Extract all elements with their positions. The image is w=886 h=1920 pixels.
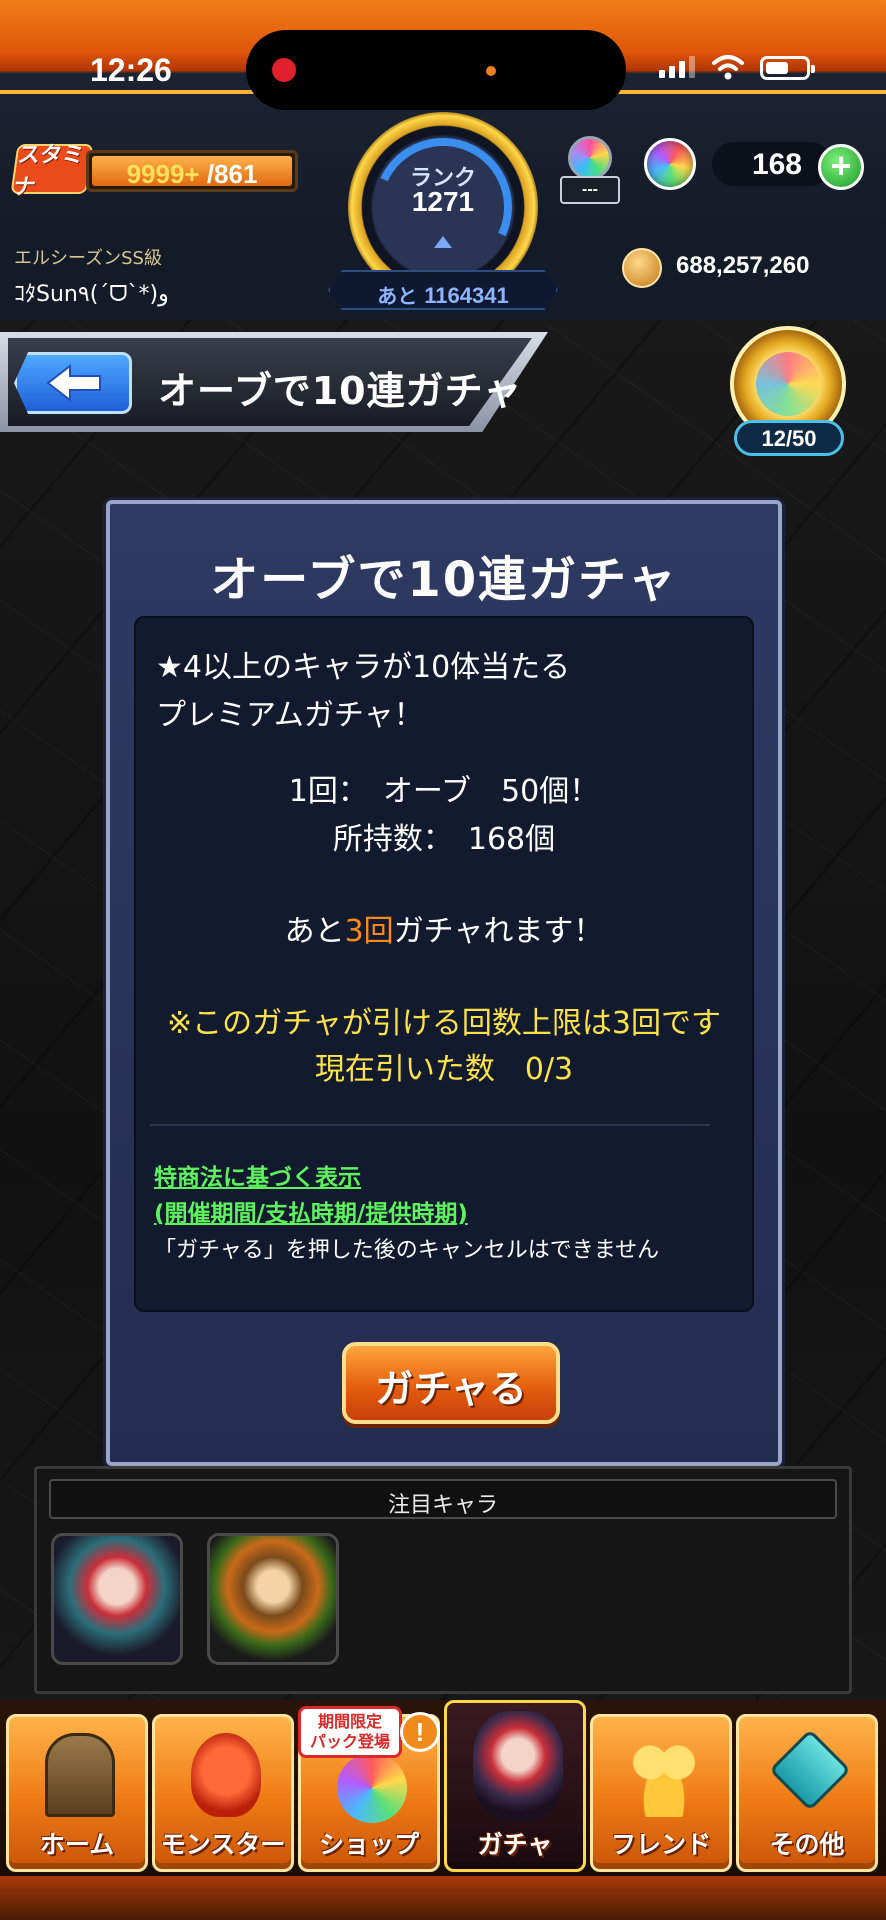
law-link[interactable]: 特商法に基づく表示 [154, 1158, 361, 1192]
coin-amount: 688,257,260 [676, 252, 810, 279]
tab-shop-label: ショップ [318, 1830, 419, 1859]
question-diamond-icon [768, 1728, 852, 1812]
tab-home[interactable]: ホーム [6, 1714, 148, 1872]
remain-number: 3回 [344, 914, 394, 949]
promo-line-1: 期間限定 [317, 1712, 382, 1731]
add-orb-button[interactable]: + [818, 144, 864, 190]
gacha-character-icon [473, 1711, 563, 1821]
stamina-current: 9999+ [126, 159, 200, 189]
stamina-text: 9999+ /861 [89, 159, 295, 190]
owned-line: 所持数： 168個 [332, 822, 556, 857]
tab-gacha-label: ガチャ [477, 1830, 553, 1859]
season-label: エルシーズンSS級 [14, 248, 162, 269]
featured-title: 注目キャラ [49, 1479, 837, 1519]
panel-description: ★4以上のキャラが10体当たる プレミアムガチャ！ 1回： オーブ 50個！ 所… [134, 616, 754, 1312]
gacha-button[interactable]: ガチャる [342, 1342, 560, 1424]
stamina-icon-text: スタミナ [11, 143, 86, 200]
stamina-max: /861 [206, 159, 258, 189]
tab-friend-label: フレンド [610, 1830, 711, 1859]
limited-pack-badge[interactable]: 期間限定 パック登場 [298, 1706, 402, 1758]
wifi-icon [712, 55, 744, 80]
star-medal-icon [756, 352, 820, 416]
tab-friend[interactable]: フレンド [590, 1714, 732, 1872]
rank-next-exp: あと 1164341 [328, 270, 558, 310]
orb-count: 168 [751, 148, 802, 181]
player-name: ｺﾀSun٩(ˊᗜˋ*)و [14, 282, 169, 307]
tab-monster-label: モンスター [160, 1830, 286, 1859]
law-period-link[interactable]: (開催期間/支払時期/提供時期) [154, 1194, 468, 1228]
dragon-icon [191, 1733, 261, 1817]
dynamic-island [246, 30, 626, 110]
gacha-panel: オーブで10連ガチャ ★4以上のキャラが10体当たる プレミアムガチャ！ 1回：… [106, 500, 782, 1466]
limit-notice: ※このガチャが引ける回数上限は3回です [167, 1006, 721, 1041]
description-text: ★4以上のキャラが10体当たる プレミアムガチャ！ [156, 644, 570, 740]
remain-prefix: あと [284, 914, 345, 949]
desc-line-1: ★4以上のキャラが10体当たる [156, 650, 571, 685]
tab-other[interactable]: その他 [736, 1714, 878, 1872]
divider [150, 1124, 710, 1126]
cost-line: 1回： オーブ 50個！ [288, 774, 600, 809]
alert-icon: ! [400, 1712, 440, 1752]
bottom-nav-band [0, 1876, 886, 1920]
tab-other-label: その他 [769, 1830, 845, 1859]
camera-dot-icon [486, 66, 496, 76]
tab-home-label: ホーム [39, 1830, 115, 1859]
tab-monster[interactable]: モンスター [152, 1714, 294, 1872]
cancel-note: 「ガチャる」を押した後のキャンセルはできません [154, 1238, 660, 1263]
stamina-icon: スタミナ [10, 143, 94, 200]
item-orb-icon [568, 136, 612, 180]
featured-character-1[interactable] [51, 1533, 183, 1665]
home-gate-icon [45, 1733, 115, 1817]
rank-arrow-icon [434, 236, 452, 248]
rank-next-value: 1164341 [424, 283, 509, 308]
orb-shop-icon [337, 1753, 407, 1823]
badge-count: 12/50 [734, 420, 844, 456]
rank-value: 1271 [411, 186, 475, 217]
item-slot[interactable]: --- [556, 128, 624, 208]
panel-title: オーブで10連ガチャ [210, 552, 678, 608]
desc-line-2: プレミアムガチャ！ [156, 698, 424, 733]
gacha-screen: 12:26 スタミナ 9999+ /861 ランク 1271 あと 116434… [0, 0, 886, 1920]
item-count: --- [560, 176, 620, 204]
back-arrow-icon [46, 363, 101, 403]
friends-icon [629, 1733, 699, 1817]
battery-icon [760, 56, 815, 80]
featured-character-2[interactable] [207, 1533, 339, 1665]
rank-next-prefix: あと [377, 284, 418, 308]
status-time: 12:26 [90, 52, 172, 88]
remain-suffix: ガチャれます！ [393, 914, 604, 949]
promo-line-2: パック登場 [309, 1732, 390, 1751]
remaining-draws: あと3回ガチャれます！ [136, 906, 752, 950]
featured-characters: 注目キャラ [34, 1466, 852, 1694]
drawn-count: 現在引いた数 0/3 [314, 1052, 574, 1087]
tab-gacha[interactable]: ガチャ [444, 1700, 586, 1872]
cellular-signal-icon [659, 56, 695, 78]
recording-indicator-icon [272, 58, 296, 82]
gold-coin-icon [622, 248, 662, 288]
page-title: オーブで10連ガチャ [158, 369, 523, 413]
stamina-bar[interactable]: 9999+ /861 [86, 150, 298, 192]
orb-icon [644, 138, 696, 190]
